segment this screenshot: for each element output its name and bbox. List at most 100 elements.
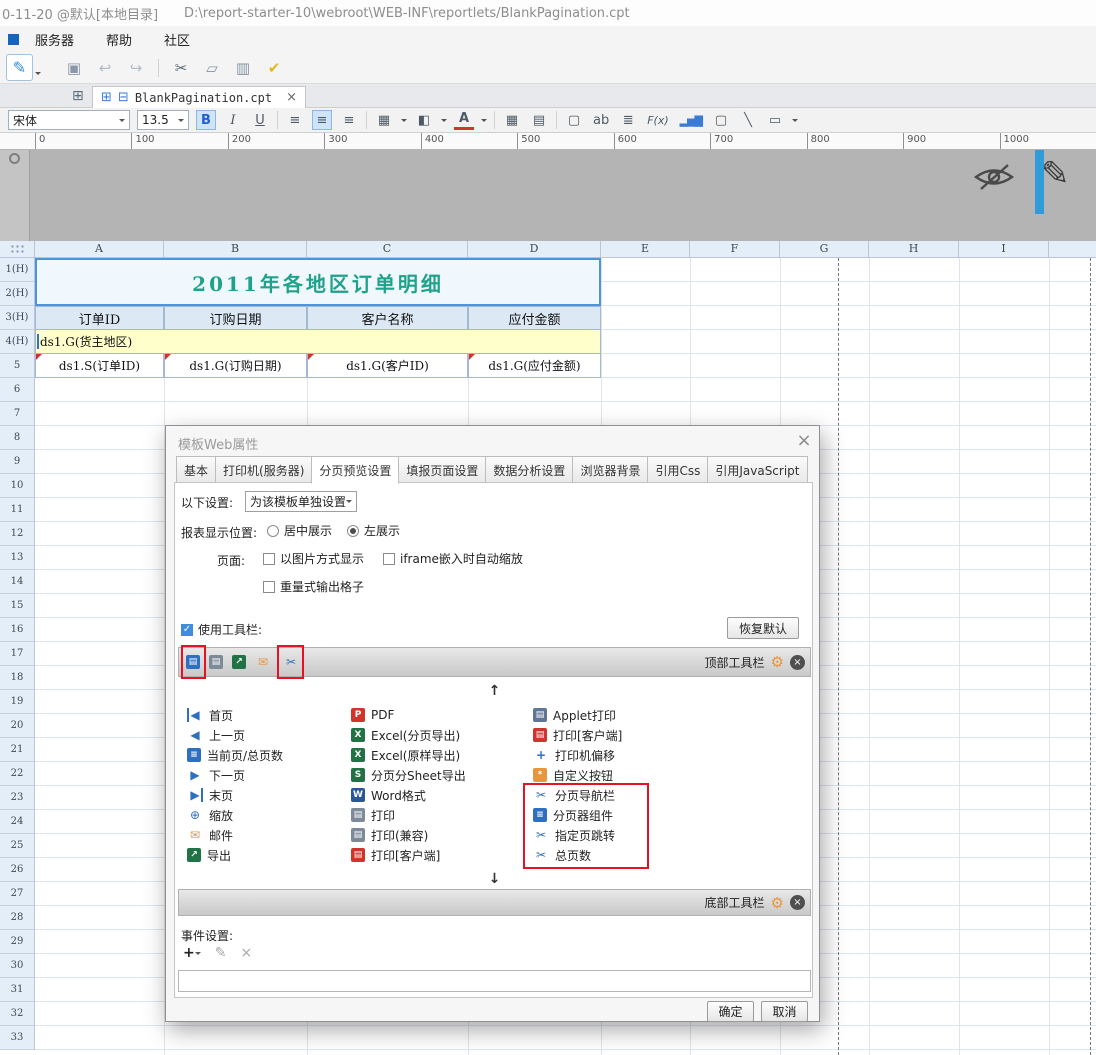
row-header[interactable]: 25 (0, 834, 35, 858)
tab-import-css[interactable]: 引用Css (647, 456, 709, 484)
row-header[interactable]: 28 (0, 906, 35, 930)
row-header[interactable]: 9 (0, 450, 35, 474)
ok-button[interactable]: 确定 (707, 1001, 754, 1022)
menu-item[interactable]: 帮助 (106, 30, 132, 49)
formula-cell-amount[interactable]: ds1.G(应付金额) (468, 354, 601, 378)
widget-icon[interactable]: ▭ (765, 110, 785, 130)
item-next-page[interactable]: ▶ 下一页 (187, 765, 342, 785)
image-icon[interactable]: ▢ (711, 110, 731, 130)
checkbox-iframe-autoscale[interactable]: iframe嵌入时自动缩放 (383, 550, 523, 567)
tab-printer-server[interactable]: 打印机(服务器) (215, 456, 313, 484)
row-header[interactable]: 20 (0, 714, 35, 738)
cell-attribute-icon[interactable]: ▢ (564, 110, 584, 130)
row-header[interactable]: 27 (0, 882, 35, 906)
column-header[interactable]: B (164, 241, 307, 258)
column-header[interactable]: G (780, 241, 869, 258)
border-icon[interactable]: ▦ (374, 110, 394, 130)
item-word[interactable]: W Word格式 (351, 785, 526, 805)
column-header[interactable]: C (307, 241, 468, 258)
group-cell[interactable]: ds1.G(货主地区) (35, 330, 601, 354)
row-header[interactable]: 7 (0, 402, 35, 426)
undo-icon[interactable]: ↩ (96, 59, 114, 77)
row-header[interactable]: 12 (0, 522, 35, 546)
row-header[interactable]: 18 (0, 666, 35, 690)
font-color-caret-icon[interactable] (481, 118, 487, 125)
border-caret-icon[interactable] (401, 118, 407, 125)
row-header[interactable]: 22 (0, 762, 35, 786)
item-custom-button[interactable]: * 自定义按钮 (533, 765, 703, 785)
fill-color-icon[interactable]: ◧ (414, 110, 434, 130)
formula-cell-order-date[interactable]: ds1.G(订购日期) (164, 354, 307, 378)
header-cell-customer[interactable]: 客户名称 (307, 306, 468, 330)
menu-item[interactable]: 服务器 (35, 30, 74, 49)
column-header[interactable]: F (690, 241, 780, 258)
tab-data-analysis[interactable]: 数据分析设置 (485, 456, 574, 484)
item-excel-raw[interactable]: X Excel(原样导出) (351, 745, 526, 765)
row-header[interactable]: 15 (0, 594, 35, 618)
row-header[interactable]: 17 (0, 642, 35, 666)
item-print[interactable]: ▤ 打印 (351, 805, 526, 825)
formula-icon[interactable]: F(x) (645, 110, 670, 130)
checkbox-use-toolbar[interactable]: ✓ 使用工具栏: (181, 621, 262, 638)
paste-icon[interactable]: ▥ (234, 59, 252, 77)
checkbox-show-as-image[interactable]: 以图片方式显示 (263, 550, 364, 567)
widget-caret-icon[interactable] (792, 118, 799, 125)
dialog-close-icon[interactable]: × (794, 430, 814, 451)
row-header[interactable]: 31 (0, 978, 35, 1002)
events-list[interactable] (178, 970, 811, 992)
item-current-total[interactable]: ≡ 当前页/总页数 (187, 745, 342, 765)
column-header[interactable]: E (601, 241, 690, 258)
tab-import-javascript[interactable]: 引用JavaScript (707, 456, 808, 484)
gear-icon[interactable]: ⚙ (771, 894, 784, 912)
italic-button[interactable]: I (223, 110, 243, 130)
line-icon[interactable]: ╲ (738, 110, 758, 130)
row-header[interactable]: 24 (0, 810, 35, 834)
checkbox-heavy-grid[interactable]: 重量式输出格子 (263, 578, 364, 595)
cancel-button[interactable]: 取消 (761, 1001, 808, 1022)
item-sheet-export[interactable]: S 分页分Sheet导出 (351, 765, 526, 785)
item-export[interactable]: ↗ 导出 (187, 845, 342, 865)
font-color-icon[interactable]: A (454, 110, 474, 130)
cut-icon[interactable]: ✂ (172, 59, 190, 77)
row-header[interactable]: 21 (0, 738, 35, 762)
header-cell-amount[interactable]: 应付金额 (468, 306, 601, 330)
item-prev-page[interactable]: ◀ 上一页 (187, 725, 342, 745)
item-first-page[interactable]: ◀ 首页 (187, 705, 342, 725)
clear-toolbar-icon[interactable]: × (790, 654, 805, 670)
app-logo-icon[interactable]: ✎ (6, 54, 41, 81)
row-header[interactable]: 32 (0, 1002, 35, 1026)
column-header[interactable]: H (869, 241, 959, 258)
item-pdf[interactable]: P PDF (351, 705, 526, 725)
move-up-button[interactable]: ↑ (178, 683, 811, 699)
row-header[interactable]: 5 (0, 354, 35, 378)
gear-icon[interactable]: ⚙ (771, 653, 784, 671)
row-header[interactable]: 8 (0, 426, 35, 450)
menu-item[interactable]: 社区 (164, 30, 190, 49)
print-bar-icon[interactable]: ▤ (209, 655, 223, 669)
row-header[interactable]: 2(H) (0, 282, 35, 306)
rich-text-icon[interactable]: ≣ (618, 110, 638, 130)
tab-browser-background[interactable]: 浏览器背景 (572, 456, 649, 484)
formula-cell-order-id[interactable]: ds1.S(订单ID) (35, 354, 164, 378)
redo-icon[interactable]: ↪ (127, 59, 145, 77)
radio-left-display[interactable]: 左展示 (347, 522, 400, 539)
settings-scope-select[interactable]: 为该模板单独设置 (245, 491, 357, 512)
item-zoom[interactable]: ⊕ 缩放 (187, 805, 342, 825)
item-print-client-2[interactable]: ▤ 打印[客户端] (533, 725, 703, 745)
column-header[interactable]: A (35, 241, 164, 258)
align-left-icon[interactable]: ≡ (285, 110, 305, 130)
tab-pagination-preview[interactable]: 分页预览设置 (311, 456, 400, 484)
item-last-page[interactable]: ▶ 末页 (187, 785, 342, 805)
unmerge-cells-icon[interactable]: ▤ (529, 110, 549, 130)
font-select[interactable]: 宋体 (8, 110, 130, 130)
clear-toolbar-icon[interactable]: × (790, 895, 805, 910)
radio-center-display[interactable]: 居中展示 (267, 522, 332, 539)
move-down-button[interactable]: ↓ (178, 871, 811, 887)
row-header[interactable]: 19 (0, 690, 35, 714)
column-header[interactable]: D (468, 241, 601, 258)
template-switch-icon[interactable]: ⊞ (72, 88, 84, 104)
email-bar-icon[interactable]: ✉ (255, 655, 271, 669)
row-header[interactable]: 16 (0, 618, 35, 642)
select-all-corner[interactable] (0, 241, 35, 258)
font-size-select[interactable]: 13.5 (137, 110, 189, 130)
